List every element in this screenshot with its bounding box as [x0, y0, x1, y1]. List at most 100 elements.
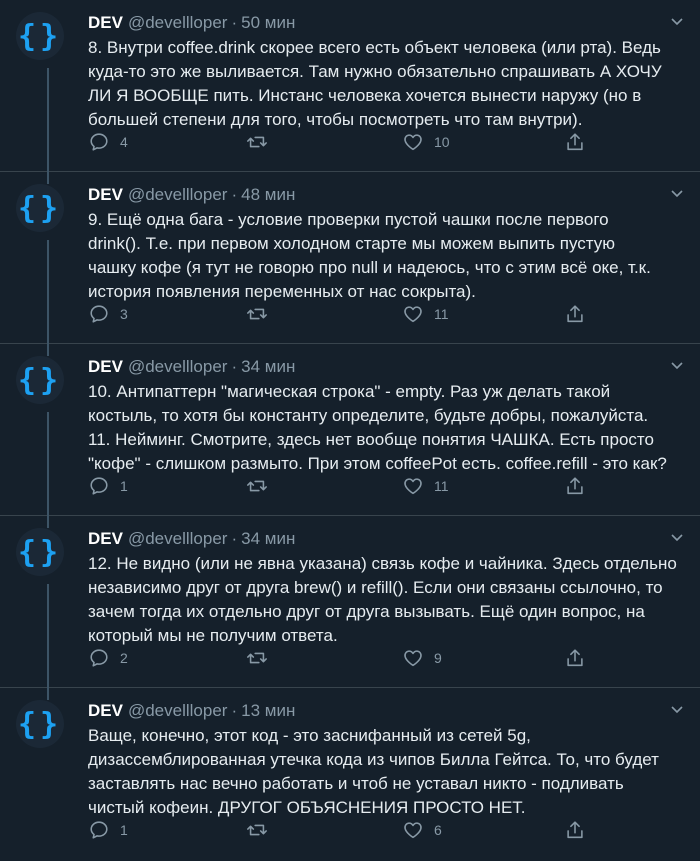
timestamp[interactable]: 48 мин: [241, 184, 295, 206]
share-icon: [567, 133, 583, 151]
retweet-button[interactable]: [246, 816, 278, 844]
reply-icon: [90, 477, 108, 495]
heart-icon: [404, 306, 422, 323]
chevron-down-icon[interactable]: [670, 358, 684, 372]
share-icon: [567, 821, 583, 839]
separator: ·: [231, 529, 238, 548]
tweet[interactable]: {} DEV @devellloper · 34 мин 10. Антипат…: [0, 344, 700, 516]
reply-button[interactable]: 4: [88, 128, 128, 156]
tweet-text: 10. Антипаттерн "магическая строка" - em…: [88, 382, 667, 473]
avatar[interactable]: {}: [16, 700, 64, 748]
author-name[interactable]: DEV: [88, 184, 123, 206]
tweet-header: DEV @devellloper · 48 мин: [88, 184, 684, 206]
tweet-header: DEV @devellloper · 13 мин: [88, 700, 684, 722]
tweet-header: DEV @devellloper · 34 мин: [88, 528, 684, 550]
avatar[interactable]: {}: [16, 12, 64, 60]
separator: ·: [231, 357, 238, 376]
like-count: 10: [434, 134, 450, 150]
author-handle[interactable]: @devellloper: [128, 356, 227, 378]
reply-count: 3: [120, 306, 128, 322]
thread-connector: [47, 240, 49, 344]
like-count: 6: [434, 822, 442, 838]
reply-count: 1: [120, 478, 128, 494]
reply-button[interactable]: 2: [88, 644, 128, 672]
thread-connector: [47, 412, 49, 516]
retweet-icon: [247, 652, 267, 664]
reply-icon: [90, 305, 108, 323]
separator: ·: [231, 13, 238, 32]
heart-icon: [404, 134, 422, 151]
heart-icon: [404, 478, 422, 495]
share-button[interactable]: [564, 472, 586, 500]
tweet[interactable]: {} DEV @devellloper · 50 мин 8. Внутри c…: [0, 0, 700, 172]
retweet-icon: [247, 824, 267, 836]
reply-button[interactable]: 3: [88, 300, 128, 328]
like-count: 9: [434, 650, 442, 666]
author-name[interactable]: DEV: [88, 528, 123, 550]
reply-count: 2: [120, 650, 128, 666]
author-name[interactable]: DEV: [88, 356, 123, 378]
timestamp[interactable]: 13 мин: [241, 700, 295, 722]
thread-connector: [47, 172, 49, 184]
retweet-button[interactable]: [246, 644, 278, 672]
like-button[interactable]: 9: [402, 644, 442, 672]
author-name[interactable]: DEV: [88, 700, 123, 722]
tweet-text: Ваще, конечно, этот код - это заснифанны…: [88, 726, 659, 817]
reply-icon: [90, 821, 108, 839]
reply-count: 1: [120, 822, 128, 838]
heart-icon: [404, 650, 422, 667]
share-icon: [567, 305, 583, 323]
tweet-actions: 1 11: [88, 472, 608, 500]
tweet[interactable]: {} DEV @devellloper · 34 мин 12. Не видн…: [0, 516, 700, 688]
retweet-icon: [247, 308, 267, 320]
retweet-button[interactable]: [246, 128, 278, 156]
thread-connector: [47, 584, 49, 688]
chevron-down-icon[interactable]: [670, 530, 684, 544]
tweet[interactable]: {} DEV @devellloper · 13 мин Ваще, конеч…: [0, 688, 700, 861]
tweet-actions: 1 6: [88, 816, 608, 844]
tweet[interactable]: {} DEV @devellloper · 48 мин 9. Ещё одна…: [0, 172, 700, 344]
thread-connector: [47, 516, 49, 528]
tweet-actions: 3 11: [88, 300, 608, 328]
share-button[interactable]: [564, 644, 586, 672]
timestamp[interactable]: 34 мин: [241, 528, 295, 550]
tweet-actions: 2 9: [88, 644, 608, 672]
avatar[interactable]: {}: [16, 184, 64, 232]
reply-button[interactable]: 1: [88, 472, 128, 500]
like-button[interactable]: 11: [402, 472, 449, 500]
author-handle[interactable]: @devellloper: [128, 700, 227, 722]
share-icon: [567, 649, 583, 667]
chevron-down-icon[interactable]: [670, 186, 684, 200]
chevron-down-icon[interactable]: [670, 702, 684, 716]
reply-button[interactable]: 1: [88, 816, 128, 844]
reply-icon: [90, 133, 108, 151]
tweet-text: 12. Не видно (или не явна указана) связь…: [88, 554, 677, 645]
like-count: 11: [434, 306, 449, 322]
like-button[interactable]: 11: [402, 300, 449, 328]
like-count: 11: [434, 478, 449, 494]
like-button[interactable]: 6: [402, 816, 442, 844]
avatar[interactable]: {}: [16, 528, 64, 576]
author-name[interactable]: DEV: [88, 12, 123, 34]
timestamp[interactable]: 34 мин: [241, 356, 295, 378]
share-button[interactable]: [564, 816, 586, 844]
author-handle[interactable]: @devellloper: [128, 528, 227, 550]
retweet-button[interactable]: [246, 300, 278, 328]
timestamp[interactable]: 50 мин: [241, 12, 295, 34]
heart-icon: [404, 822, 422, 839]
share-button[interactable]: [564, 128, 586, 156]
avatar[interactable]: {}: [16, 356, 64, 404]
author-handle[interactable]: @devellloper: [128, 12, 227, 34]
thread-connector: [47, 688, 49, 700]
retweet-icon: [247, 136, 267, 148]
share-button[interactable]: [564, 300, 586, 328]
author-handle[interactable]: @devellloper: [128, 184, 227, 206]
reply-count: 4: [120, 134, 128, 150]
separator: ·: [231, 185, 238, 204]
like-button[interactable]: 10: [402, 128, 450, 156]
separator: ·: [231, 701, 238, 720]
thread-connector: [47, 344, 49, 356]
chevron-down-icon[interactable]: [670, 14, 684, 28]
tweet-thread: {} DEV @devellloper · 50 мин 8. Внутри c…: [0, 0, 700, 861]
retweet-button[interactable]: [246, 472, 278, 500]
